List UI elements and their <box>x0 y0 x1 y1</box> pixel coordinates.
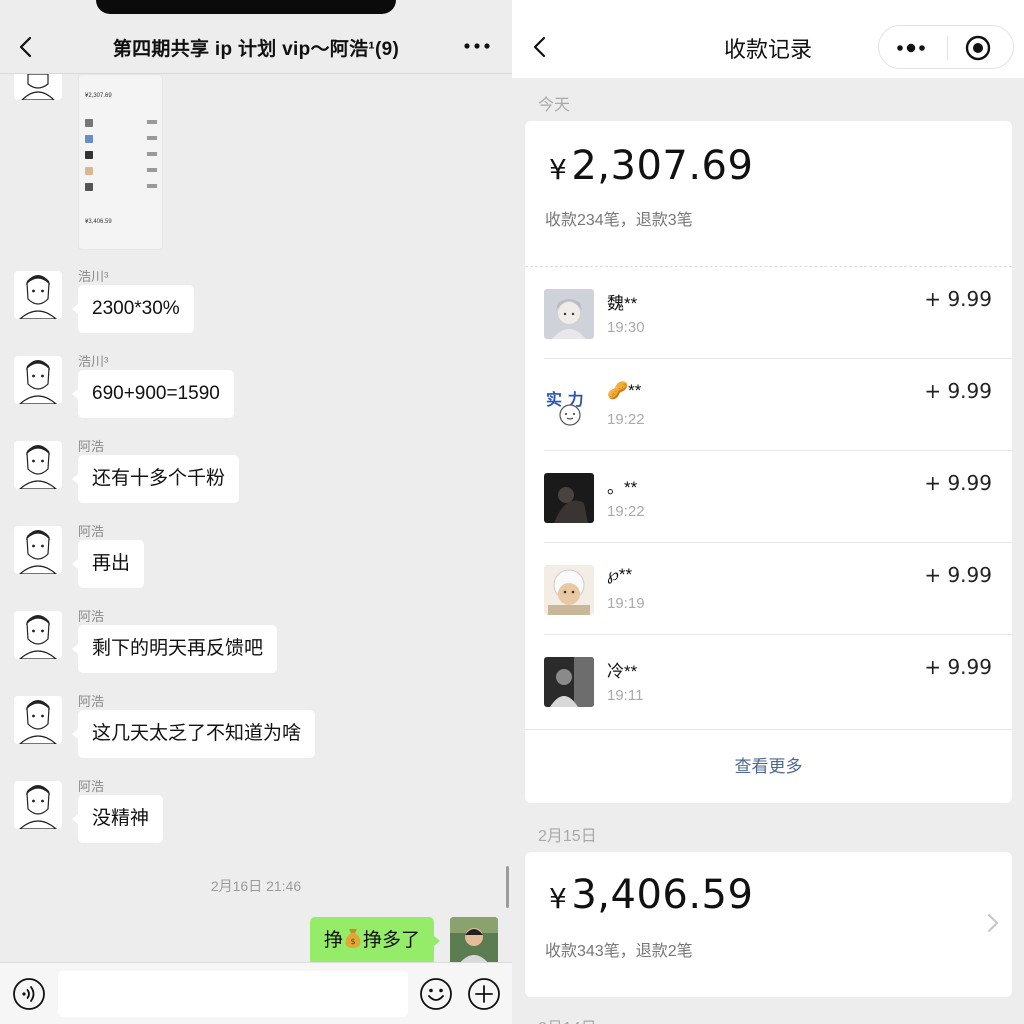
chat-message: 浩川³ 690+900=1590 <box>14 354 494 436</box>
message-bubble[interactable]: 没精神 <box>71 795 164 843</box>
chat-message: 阿浩 这几天太乏了不知道为啥 <box>14 694 494 776</box>
input-bar <box>0 962 512 1024</box>
message-bubble[interactable]: 剩下的明天再反馈吧 <box>71 625 278 673</box>
emoji-icon[interactable] <box>419 977 453 1011</box>
payment-time: 19:30 <box>607 319 645 336</box>
payment-record[interactable]: ℘** 19:19 + 9.99 <box>525 543 1012 635</box>
capsule-divider <box>947 36 948 60</box>
payment-amount: + 9.99 <box>924 379 992 403</box>
more-icon[interactable] <box>462 36 492 56</box>
message-bubble[interactable]: 还有十多个千粉 <box>71 455 240 503</box>
sender-name: 浩川³ <box>78 354 109 369</box>
thumbnail-total: ¥2,307.69 <box>85 93 112 99</box>
sender-name: 浩川³ <box>78 269 109 284</box>
payment-time: 19:22 <box>607 503 645 520</box>
more-icon[interactable] <box>895 37 927 59</box>
avatar[interactable] <box>14 74 62 100</box>
message-input[interactable] <box>58 971 408 1017</box>
plus-icon[interactable] <box>467 977 501 1011</box>
payment-record[interactable]: 冷** 19:11 + 9.99 <box>525 635 1012 727</box>
payment-amount: + 9.99 <box>924 287 992 311</box>
phone-notch <box>96 0 396 14</box>
avatar[interactable] <box>14 526 62 574</box>
today-total-amount: 2,307.69 <box>571 143 754 189</box>
message-bubble[interactable]: 这几天太乏了不知道为啥 <box>71 710 316 758</box>
sender-name: 阿浩 <box>78 694 105 709</box>
payment-time: 19:22 <box>607 411 645 428</box>
payment-amount: + 9.99 <box>924 563 992 587</box>
svg-text:$: $ <box>350 937 355 946</box>
payer-avatar <box>544 289 594 339</box>
chat-panel: 第四期共享 ip 计划 vip～阿浩¹(9) ¥2,307.69 ¥3,406.… <box>0 0 512 1024</box>
my-message-bubble[interactable]: 挣 $ 挣多了 <box>309 917 441 965</box>
today-total: ¥2,307.69 <box>549 143 753 189</box>
payment-amount: + 9.99 <box>924 471 992 495</box>
avatar[interactable] <box>14 441 62 489</box>
avatar[interactable] <box>14 271 62 319</box>
today-summary: 收款234笔，退款3笔 <box>545 212 693 229</box>
chevron-right-icon <box>988 914 998 932</box>
voice-icon[interactable] <box>12 977 46 1011</box>
mini-program-capsule <box>878 25 1014 69</box>
payment-records-panel: 收款记录 今天 ¥2,307.69 收款234笔，退款3笔 魏** 19:30 … <box>512 0 1024 1024</box>
chat-message: 阿浩 还有十多个千粉 <box>14 439 494 521</box>
payer-name: 冷** <box>607 662 638 681</box>
payer-name: 魏** <box>607 294 638 313</box>
payment-record[interactable]: 实 力 🥜** 19:22 + 9.99 <box>525 359 1012 451</box>
payment-header: 收款记录 <box>512 0 1024 78</box>
scrollbar[interactable] <box>506 866 509 908</box>
payer-name: 🥜** <box>607 381 642 400</box>
payer-avatar <box>544 473 594 523</box>
payment-amount: + 9.99 <box>924 655 992 679</box>
message-bubble[interactable]: 再出 <box>71 540 145 588</box>
sender-name: 阿浩 <box>78 524 105 539</box>
feb-15-summary: 收款343笔，退款2笔 <box>545 943 693 960</box>
section-label-feb-15: 2月15日 <box>538 828 597 845</box>
back-arrow-icon[interactable] <box>14 34 40 60</box>
payer-name: 。** <box>607 478 638 497</box>
chat-title: 第四期共享 ip 计划 vip～阿浩¹(9) <box>112 39 400 60</box>
message-bubble[interactable]: 690+900=1590 <box>72 370 234 418</box>
payer-name: ℘** <box>607 565 633 584</box>
avatar[interactable] <box>14 696 62 744</box>
chat-message: 阿浩 没精神 <box>14 779 494 861</box>
my-message-text-after: 挣多了 <box>362 930 420 951</box>
chat-message: 浩川³ 2300*30% <box>14 269 494 351</box>
message-bubble[interactable]: 2300*30% <box>72 285 194 333</box>
chat-header: 第四期共享 ip 计划 vip～阿浩¹(9) <box>0 22 512 74</box>
close-target-icon[interactable] <box>965 35 991 61</box>
payment-time: 19:19 <box>607 595 645 612</box>
sender-name: 阿浩 <box>78 779 105 794</box>
time-separator: 2月16日 21:46 <box>210 878 302 894</box>
feb-15-total-amount: 3,406.59 <box>571 872 754 918</box>
chat-message: 阿浩 剩下的明天再反馈吧 <box>14 609 494 691</box>
payer-avatar: 实 力 <box>544 381 594 431</box>
payer-avatar <box>544 565 594 615</box>
avatar[interactable] <box>14 781 62 829</box>
chat-message: 阿浩 再出 <box>14 524 494 606</box>
feb-15-card[interactable]: ¥3,406.59 收款343笔，退款2笔 <box>525 852 1012 997</box>
payment-record[interactable]: 。** 19:22 + 9.99 <box>525 451 1012 543</box>
sender-name: 阿浩 <box>78 609 105 624</box>
currency-symbol: ¥ <box>549 882 568 915</box>
sender-name: 阿浩 <box>78 439 105 454</box>
today-card: ¥2,307.69 收款234笔，退款3笔 魏** 19:30 + 9.99 实… <box>525 121 1012 803</box>
my-avatar[interactable] <box>450 917 498 965</box>
see-more-link[interactable]: 查看更多 <box>525 729 1012 803</box>
section-label-today: 今天 <box>538 97 571 114</box>
my-message-text-before: 挣 <box>323 930 343 951</box>
avatar[interactable] <box>14 611 62 659</box>
payment-record[interactable]: 魏** 19:30 + 9.99 <box>525 267 1012 359</box>
payment-time: 19:11 <box>607 687 644 704</box>
payer-avatar <box>544 657 594 707</box>
section-label-feb-14: 2月14日 <box>538 1014 597 1024</box>
avatar[interactable] <box>14 356 62 404</box>
screenshot-thumbnail[interactable]: ¥2,307.69 ¥3,406.59 <box>78 74 163 250</box>
money-bag-icon: $ <box>345 929 361 948</box>
currency-symbol: ¥ <box>549 153 568 186</box>
feb-15-total: ¥3,406.59 <box>549 872 753 918</box>
thumbnail-total-2: ¥3,406.59 <box>85 219 112 225</box>
